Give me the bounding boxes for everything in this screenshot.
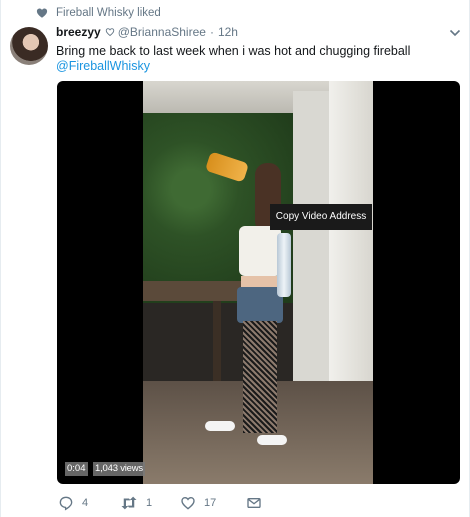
separator-dot: · bbox=[209, 25, 214, 39]
reply-icon bbox=[59, 496, 73, 511]
tweet-header: breezyy @BriannaShiree · 12h bbox=[56, 25, 238, 39]
timeline-left-border bbox=[0, 0, 1, 517]
video-player[interactable]: Copy Video Address 0:04 1,043 views bbox=[57, 81, 460, 484]
chevron-down-icon[interactable] bbox=[449, 28, 461, 38]
screen-name[interactable]: @BriannaShiree bbox=[118, 25, 206, 39]
avatar[interactable] bbox=[10, 27, 48, 65]
envelope-icon bbox=[247, 498, 261, 508]
heart-outline-icon bbox=[105, 27, 115, 37]
elapsed-time-badge: 0:04 bbox=[65, 462, 88, 476]
tweet-actions: 4 1 17 bbox=[56, 495, 356, 513]
context-menu-copy-video-address[interactable]: Copy Video Address bbox=[270, 204, 372, 230]
timestamp[interactable]: 12h bbox=[218, 25, 238, 39]
social-context[interactable]: Fireball Whisky liked bbox=[36, 7, 161, 19]
reply-count: 4 bbox=[82, 497, 89, 509]
heart-icon bbox=[36, 7, 48, 19]
like-count: 17 bbox=[204, 497, 217, 509]
mention-link[interactable]: @FireballWhisky bbox=[56, 57, 150, 75]
social-context-text: Fireball Whisky liked bbox=[56, 7, 161, 19]
direct-message-button[interactable] bbox=[246, 495, 262, 511]
video-frame bbox=[143, 81, 373, 484]
like-heart-icon bbox=[181, 496, 195, 510]
display-name[interactable]: breezyy bbox=[56, 25, 101, 39]
view-count-badge: 1,043 views bbox=[93, 462, 145, 476]
retweet-count: 1 bbox=[146, 497, 153, 509]
reply-button[interactable]: 4 bbox=[58, 495, 88, 511]
retweet-icon bbox=[121, 496, 137, 510]
like-button[interactable]: 17 bbox=[180, 495, 216, 511]
retweet-button[interactable]: 1 bbox=[120, 495, 152, 511]
